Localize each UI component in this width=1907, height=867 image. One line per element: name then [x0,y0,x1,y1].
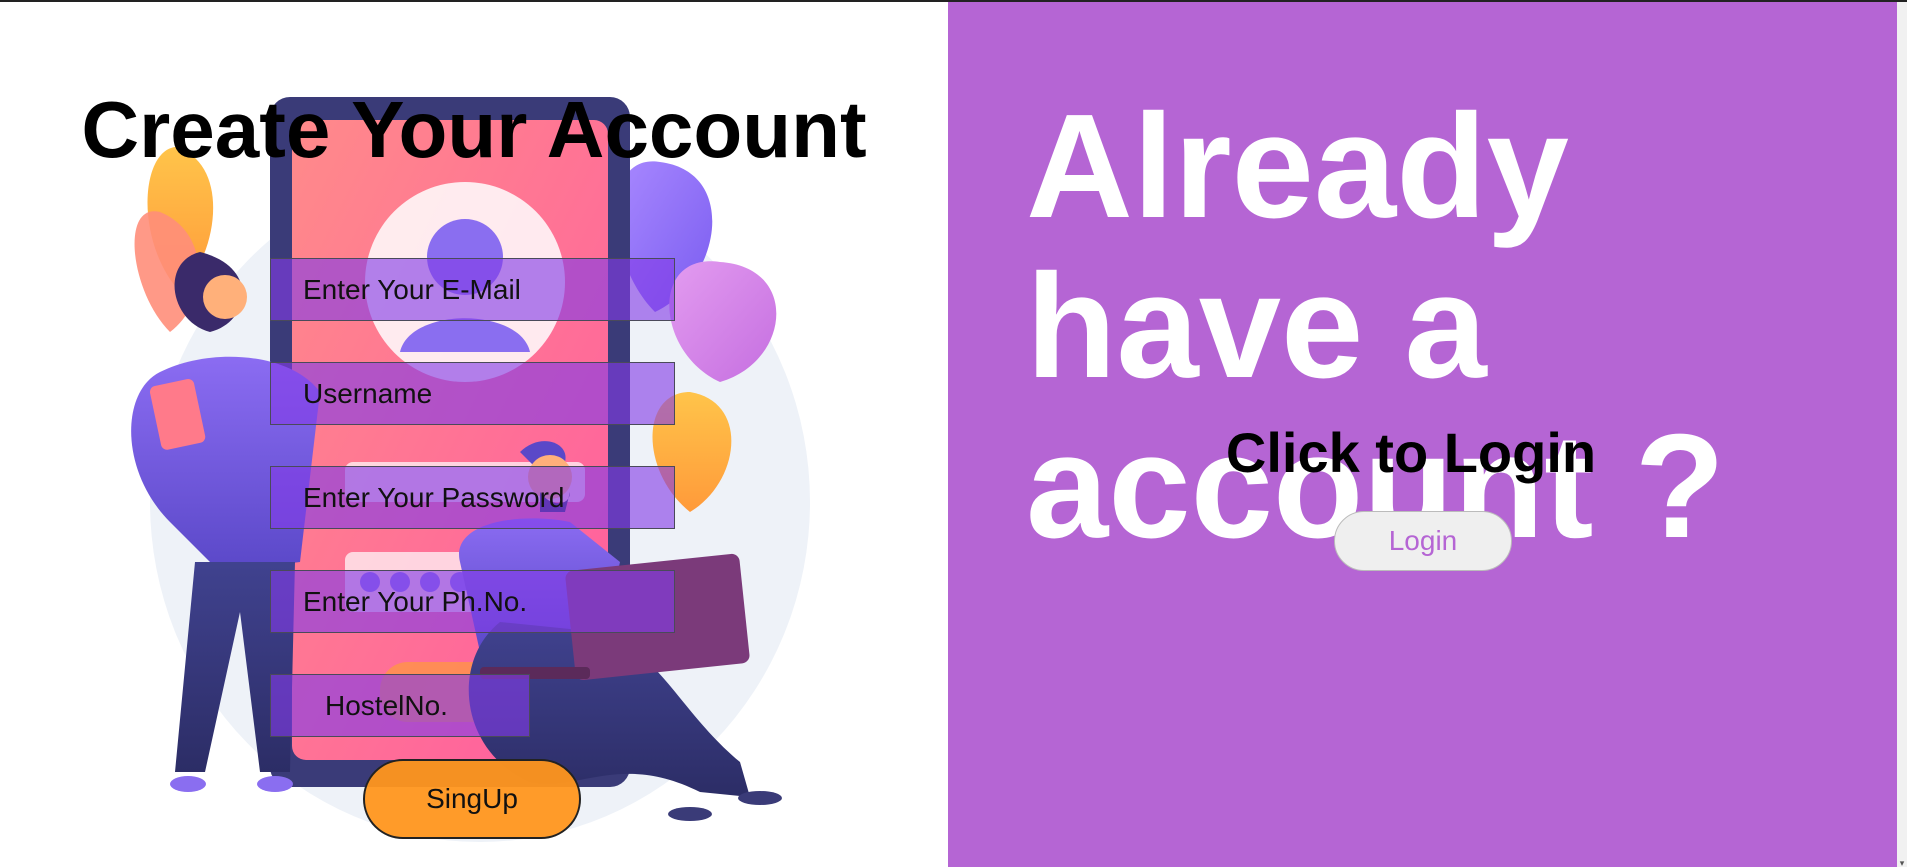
signup-button[interactable]: SingUp [363,759,581,839]
login-heading: Already have a account ? [1026,84,1725,569]
hostel-number-field[interactable]: HostelNo. [270,674,530,737]
login-button[interactable]: Login [1334,511,1512,571]
signup-page: Create Your Account Enter Your E-Mail Us… [0,0,1907,867]
login-panel: Already have a account ? Click to Login … [948,2,1897,867]
username-field[interactable]: Username [270,362,675,425]
login-subheading: Click to Login [1225,421,1597,484]
page-title: Create Your Account [81,85,867,174]
signup-panel: Create Your Account Enter Your E-Mail Us… [0,2,948,867]
vertical-scrollbar[interactable]: ▾ [1897,2,1907,867]
email-field[interactable]: Enter Your E-Mail [270,258,675,321]
password-field[interactable]: Enter Your Password [270,466,675,529]
phone-field[interactable]: Enter Your Ph.No. [270,570,675,633]
scroll-down-arrow-icon[interactable]: ▾ [1898,859,1906,867]
